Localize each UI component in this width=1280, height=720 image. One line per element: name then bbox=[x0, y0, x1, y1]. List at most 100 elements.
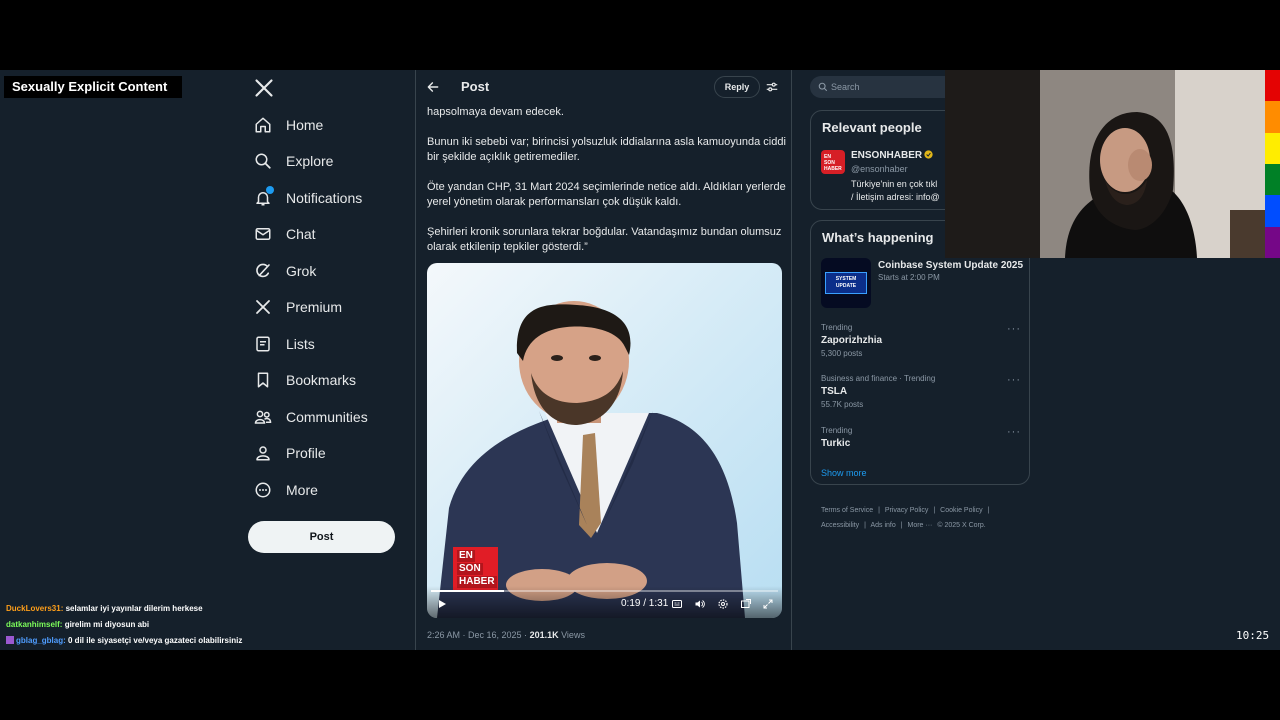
video-controls: 0:19 / 1:31 bbox=[427, 586, 782, 618]
sidebar-item-bookmarks[interactable]: Bookmarks bbox=[254, 365, 356, 395]
footer-link[interactable]: Cookie Policy bbox=[940, 507, 982, 514]
video-timecode: 0:19 / 1:31 bbox=[621, 598, 669, 609]
sidebar-item-notifications[interactable]: Notifications bbox=[254, 183, 362, 213]
grok-icon bbox=[256, 263, 270, 278]
home-icon bbox=[255, 117, 271, 133]
copyright: © 2025 X Corp. bbox=[937, 522, 986, 529]
trend-item[interactable]: Trending Turkic ··· bbox=[821, 426, 1021, 449]
trend-item[interactable]: Business and finance · Trending TSLA 55.… bbox=[821, 374, 1021, 409]
footer-link[interactable]: More ··· bbox=[908, 522, 933, 529]
trend-name: Zaporizhzhia bbox=[821, 335, 883, 346]
sidebar-item-grok[interactable]: Grok bbox=[254, 256, 316, 286]
footer-separator: | bbox=[878, 507, 880, 514]
post-text-paragraph: Şehirleri kronik sorunlara tekrar boğdul… bbox=[427, 226, 782, 253]
logo-line: SON bbox=[457, 563, 483, 575]
notification-badge bbox=[266, 186, 274, 194]
chat-username: gblag_gblag: bbox=[16, 636, 66, 645]
person-icon bbox=[256, 446, 270, 461]
chat-message: datkanhimself: girelim mi diyosun abi bbox=[6, 617, 242, 633]
sidebar-item-label: Explore bbox=[286, 153, 334, 169]
event-time: Starts at 2:00 PM bbox=[878, 273, 940, 282]
logo-line: EN bbox=[457, 550, 475, 562]
trend-item[interactable]: Trending Zaporizhzhia 5,300 posts ··· bbox=[821, 323, 1021, 358]
trend-name: TSLA bbox=[821, 386, 848, 397]
post-text-paragraph: hapsolmaya devam edecek. bbox=[427, 106, 564, 118]
x-logo-icon[interactable] bbox=[254, 78, 274, 98]
gear-icon[interactable] bbox=[717, 598, 729, 610]
page-title: Post bbox=[461, 79, 490, 94]
play-icon[interactable] bbox=[436, 598, 448, 610]
post-button[interactable]: Post bbox=[248, 521, 395, 553]
event-title[interactable]: Coinbase System Update 2025 bbox=[878, 260, 1023, 271]
footer-links: Terms of Service | Privacy Policy | Cook… bbox=[821, 503, 1021, 533]
sidebar-item-label: Home bbox=[286, 117, 324, 133]
sidebar-nav: Home Explore Notifications Chat Grok Pre… bbox=[240, 70, 415, 650]
verified-badge-icon bbox=[924, 150, 933, 159]
chat-text: girelim mi diyosun abi bbox=[62, 620, 150, 629]
more-dots-icon[interactable]: ··· bbox=[1007, 323, 1021, 335]
more-dots-icon[interactable]: ··· bbox=[1007, 426, 1021, 438]
footer-link[interactable]: Privacy Policy bbox=[885, 507, 929, 514]
show-more-link[interactable]: Show more bbox=[821, 468, 867, 478]
sidebar-item-home[interactable]: Home bbox=[254, 110, 323, 140]
captions-icon[interactable] bbox=[671, 598, 683, 610]
content-warning-banner: Sexually Explicit Content bbox=[4, 76, 182, 98]
sidebar-item-label: Chat bbox=[286, 226, 316, 242]
webcam-frame bbox=[945, 70, 1265, 258]
search-icon bbox=[818, 82, 828, 92]
sidebar-item-label: More bbox=[286, 482, 318, 498]
sidebar-item-label: Notifications bbox=[286, 190, 363, 206]
trend-count: 5,300 posts bbox=[821, 349, 863, 358]
fullscreen-icon[interactable] bbox=[762, 598, 774, 610]
post-views-count: 201.1K bbox=[529, 630, 559, 640]
sidebar-item-label: Grok bbox=[286, 263, 317, 279]
picture-in-picture-icon[interactable] bbox=[740, 598, 752, 610]
more-circle-icon bbox=[255, 482, 271, 498]
trend-context: Business and finance · Trending bbox=[821, 374, 936, 383]
footer-link[interactable]: Ads info bbox=[870, 522, 895, 529]
list-icon bbox=[256, 336, 270, 352]
user-badge-icon bbox=[6, 636, 14, 644]
person-name-text: ENSONHABER bbox=[851, 150, 923, 161]
trend-name: Turkic bbox=[821, 438, 851, 449]
reply-button[interactable]: Reply bbox=[714, 76, 760, 98]
video-scrubber[interactable] bbox=[431, 590, 778, 592]
person-name[interactable]: ENSONHABER bbox=[851, 150, 933, 161]
mail-icon bbox=[255, 228, 271, 240]
card-title: What’s happening bbox=[822, 230, 934, 245]
sidebar-item-premium[interactable]: Premium bbox=[254, 292, 342, 322]
volume-icon[interactable] bbox=[694, 598, 706, 610]
trend-context: Trending bbox=[821, 426, 853, 435]
sidebar-item-communities[interactable]: Communities bbox=[254, 402, 368, 432]
footer-separator: | bbox=[933, 507, 936, 514]
sidebar-item-profile[interactable]: Profile bbox=[254, 438, 326, 468]
more-dots-icon[interactable]: ··· bbox=[1007, 374, 1021, 386]
chat-message: DuckLovers31: selamlar iyi yayınlar dile… bbox=[6, 601, 242, 617]
chat-username: DuckLovers31: bbox=[6, 604, 64, 613]
post-detail-column: Post Reply hapsolmaya devam edecek. Bunu… bbox=[415, 70, 792, 650]
search-icon bbox=[255, 153, 271, 169]
stream-clock: 10:25 bbox=[1236, 629, 1270, 642]
sidebar-item-label: Lists bbox=[286, 336, 315, 352]
footer-link[interactable]: Accessibility bbox=[821, 522, 859, 529]
back-arrow-icon[interactable] bbox=[426, 80, 440, 94]
chat-text: selamlar iyi yayınlar dilerim herkese bbox=[63, 604, 203, 613]
sidebar-item-explore[interactable]: Explore bbox=[254, 146, 333, 176]
event-thumbnail[interactable]: SYSTEM UPDATE bbox=[821, 258, 871, 308]
sidebar-item-lists[interactable]: Lists bbox=[254, 329, 315, 359]
post-timestamp[interactable]: 2:26 AM · Dec 16, 2025 · bbox=[427, 630, 530, 640]
footer-separator: | bbox=[900, 522, 903, 529]
post-text-paragraph: Öte yandan CHP, 31 Mart 2024 seçimlerind… bbox=[427, 181, 786, 208]
post-metadata: 2:26 AM · Dec 16, 2025 · 201.1K Views bbox=[427, 630, 585, 640]
card-title: Relevant people bbox=[822, 120, 922, 135]
sidebar-item-more[interactable]: More bbox=[254, 475, 318, 505]
video-player[interactable]: EN SON HABER 0:19 / 1:31 bbox=[427, 263, 782, 618]
sidebar-item-chat[interactable]: Chat bbox=[254, 219, 316, 249]
post-views-label: Views bbox=[558, 630, 585, 640]
footer-link[interactable]: Terms of Service bbox=[821, 507, 873, 514]
sidebar-item-label: Communities bbox=[286, 409, 368, 425]
video-progress bbox=[431, 590, 504, 592]
person-handle: @ensonhaber bbox=[851, 164, 908, 174]
avatar[interactable]: EN SON HABER bbox=[821, 150, 845, 174]
sliders-icon[interactable] bbox=[765, 80, 779, 94]
